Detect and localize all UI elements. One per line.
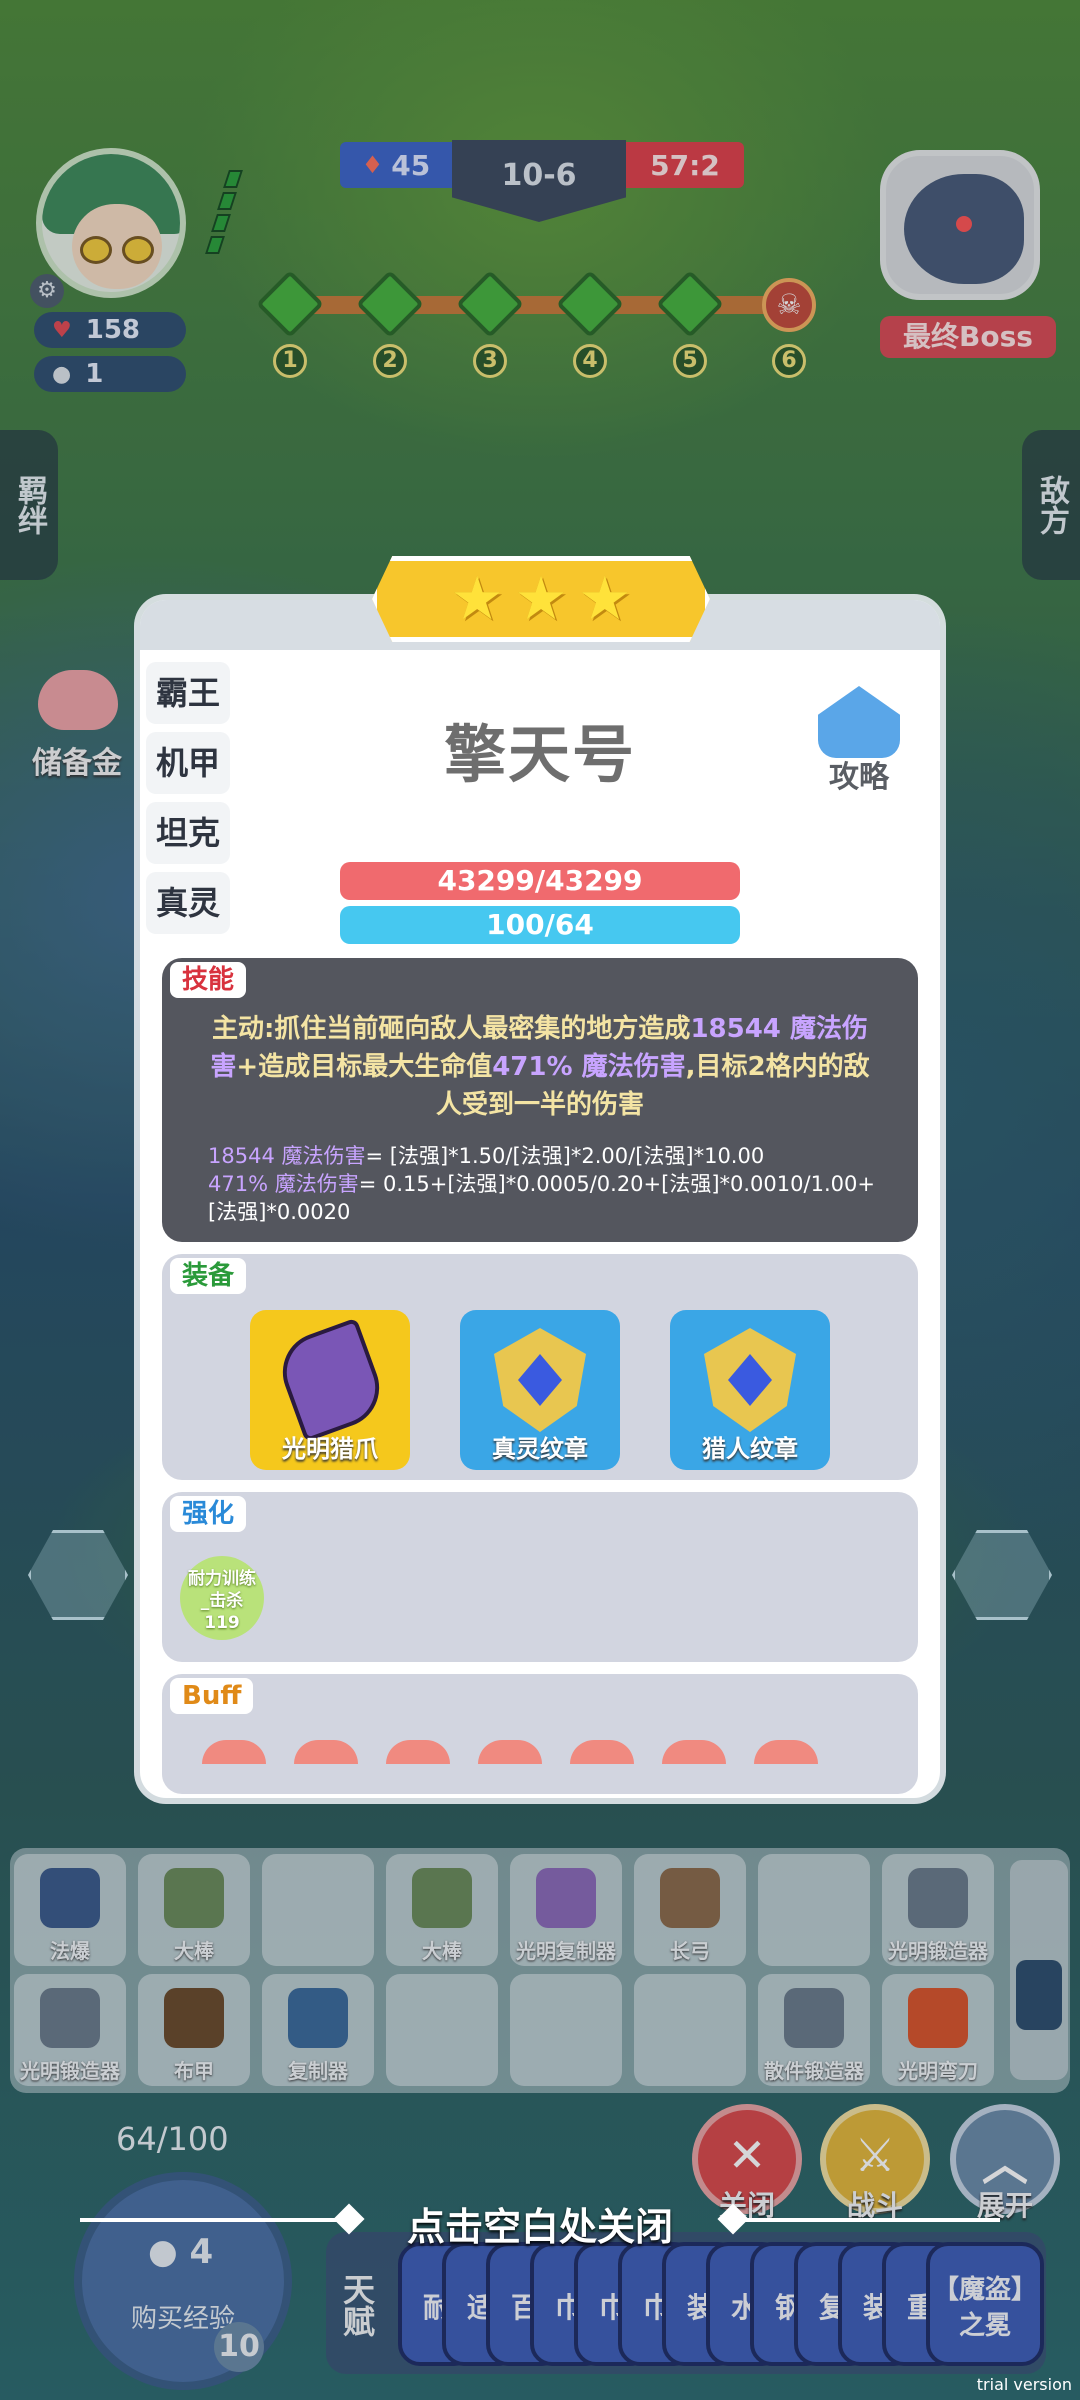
equipment-item[interactable]: 真灵纹章 bbox=[460, 1310, 620, 1470]
enhancement-panel: 强化 耐力训练 _击杀 119 bbox=[162, 1492, 918, 1662]
skill-formula: 18544 魔法伤害= [法强]*1.50/[法强]*2.00/[法强]*10.… bbox=[208, 1144, 875, 1224]
skill-panel: 技能 主动:抓住当前砸向敌人最密集的地方造成18544 魔法伤害+造成目标最大生… bbox=[162, 958, 918, 1242]
close-hint: 点击空白处关闭 bbox=[406, 2205, 673, 2249]
skill-description: 主动:抓住当前砸向敌人最密集的地方造成18544 魔法伤害+造成目标最大生命值4… bbox=[210, 1014, 870, 1120]
graduation-cap-icon bbox=[818, 686, 900, 758]
skill-tag: 技能 bbox=[170, 962, 247, 998]
equipment-tag: 装备 bbox=[170, 1258, 247, 1294]
hp-bar: 43299/43299 bbox=[340, 862, 740, 900]
mana-bar: 100/64 bbox=[340, 906, 740, 944]
star-rating: ★ ★ ★ bbox=[372, 556, 710, 642]
star-icon: ★ bbox=[514, 564, 568, 634]
equipment-item[interactable]: 猎人纹章 bbox=[670, 1310, 830, 1470]
trait-tag[interactable]: 坦克 bbox=[146, 802, 230, 864]
guide-button[interactable]: 攻略 bbox=[804, 686, 914, 796]
buff-panel: Buff bbox=[162, 1674, 918, 1794]
star-icon: ★ bbox=[450, 564, 505, 634]
trait-tag[interactable]: 真灵 bbox=[146, 872, 230, 934]
trial-watermark: trial version bbox=[976, 2375, 1072, 2394]
hint-line-right bbox=[736, 2218, 1000, 2222]
hero-detail-modal: 霸王 机甲 坦克 真灵 擎天号 攻略 43299/43299 100/64 技能… bbox=[140, 600, 940, 1798]
enhancement-tag: 强化 bbox=[170, 1496, 247, 1532]
buff-list bbox=[202, 1740, 878, 1764]
star-icon: ★ bbox=[577, 564, 632, 634]
equipment-panel: 装备 光明猎爪 真灵纹章 猎人纹章 bbox=[162, 1254, 918, 1480]
enhancement-item[interactable]: 耐力训练 _击杀 119 bbox=[180, 1556, 264, 1640]
buff-tag: Buff bbox=[170, 1678, 254, 1714]
claw-icon bbox=[271, 1317, 391, 1443]
equipment-item[interactable]: 光明猎爪 bbox=[250, 1310, 410, 1470]
